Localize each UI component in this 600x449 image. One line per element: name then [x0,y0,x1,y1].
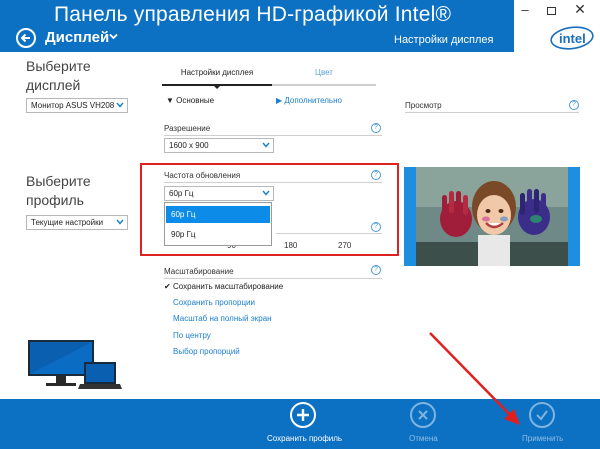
help-icon[interactable]: ? [371,265,381,275]
apply-button[interactable] [529,402,555,428]
chevron-down-icon [116,102,124,108]
select-display-heading: Выберите дисплей [26,57,136,95]
scaling-option[interactable]: Масштаб на полный экран [173,314,272,323]
monitor-select[interactable]: Монитор ASUS VH208 [26,98,128,113]
select-profile-heading: Выберите профиль [26,172,136,210]
back-button[interactable] [16,28,36,48]
chevron-down-icon [116,219,124,225]
subtab-basic[interactable]: ▼ Основные [166,96,214,105]
heading-line: профиль [26,192,84,208]
monitor-laptop-illustration [28,340,122,389]
red-arrow-annotation [429,332,520,425]
resolution-label: Разрешение [164,124,211,133]
heading-line: Выберите [26,173,91,189]
maximize-icon[interactable] [545,4,559,18]
monitor-select-value: Монитор ASUS VH208 [31,101,115,110]
scaling-option[interactable]: Сохранить пропорции [173,298,255,307]
tab-indicator [212,84,222,89]
scaling-option[interactable]: По центру [173,331,211,340]
section-menu[interactable]: Дисплей [45,29,109,46]
divider [405,112,579,113]
subtab-basic-label: Основные [176,96,215,105]
preview-photo-child-painted-hands [416,167,568,266]
tab-color[interactable]: Цвет [272,66,376,86]
chevron-down-icon[interactable] [109,33,118,40]
resolution-select-value: 1600 x 900 [169,141,209,150]
heading-line: Выберите [26,58,91,74]
plus-icon [297,409,309,421]
checkmark-icon: ✔ [164,282,171,291]
triangle-down-icon: ▼ [166,96,177,105]
arrow-left-icon [20,33,30,43]
scaling-option[interactable]: Выбор пропорций [173,347,240,356]
preview-label: Просмотр [405,101,442,110]
subtab-advanced-label: Дополнительно [284,96,342,105]
tab-display-settings[interactable]: Настройки дисплея [162,66,272,86]
close-icon[interactable]: ✕ [573,2,587,16]
profile-select-value: Текущие настройки [31,218,104,227]
scaling-selected-option[interactable]: ✔ Сохранить масштабирование [164,282,283,291]
save-profile-label[interactable]: Сохранить профиль [267,434,342,443]
check-icon [536,410,548,421]
header-page-label: Настройки дисплея [394,34,494,46]
scaling-selected-label: Сохранить масштабирование [172,282,284,291]
resolution-select[interactable]: 1600 x 900 [164,138,274,153]
subtab-advanced[interactable]: ▶ Дополнительно [276,96,342,105]
help-icon[interactable]: ? [569,100,579,110]
cancel-label[interactable]: Отмена [409,434,438,443]
divider [164,278,382,279]
chevron-down-icon [262,142,270,148]
scaling-label: Масштабирование [164,267,234,276]
profile-select[interactable]: Текущие настройки [26,215,128,230]
svg-text:intel: intel [559,31,586,46]
divider [164,135,382,136]
intel-logo: intel [550,26,594,50]
save-profile-button[interactable] [290,402,316,428]
heading-line: дисплей [26,77,81,93]
help-icon[interactable]: ? [371,123,381,133]
minimize-icon[interactable]: – [518,3,532,18]
apply-label[interactable]: Применить [522,434,563,443]
app-title: Панель управления HD-графикой Intel® [54,3,452,26]
red-highlight-box [140,163,399,256]
